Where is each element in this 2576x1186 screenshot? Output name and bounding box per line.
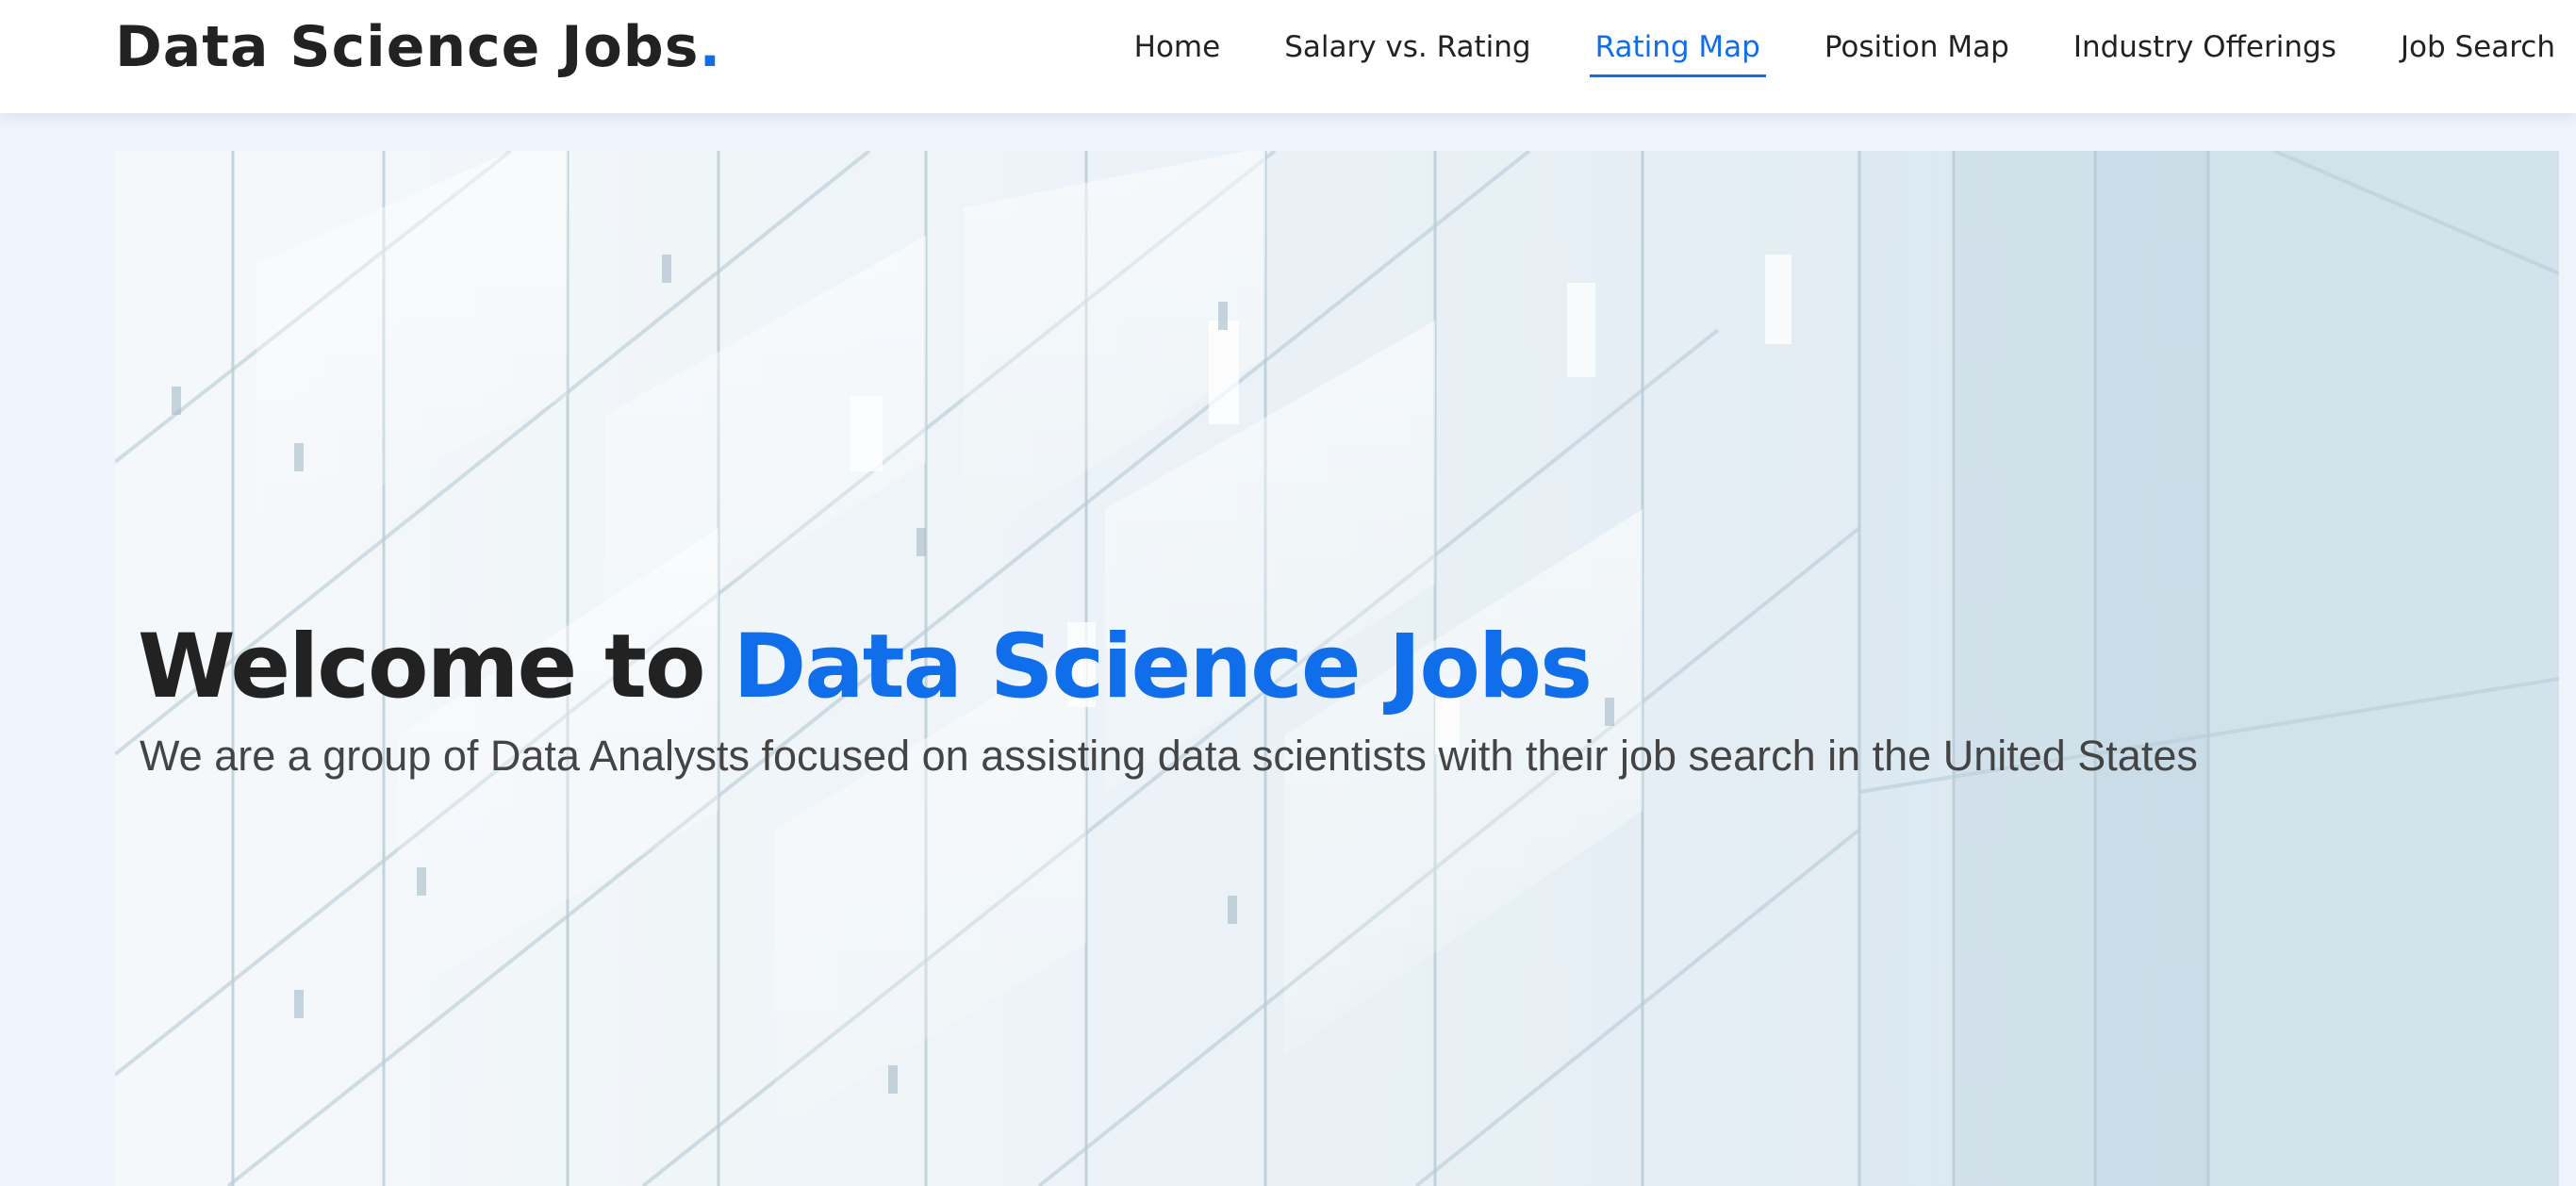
nav-position-map[interactable]: Position Map — [1792, 0, 2041, 94]
site-header: Data Science Jobs. Home Salary vs. Ratin… — [0, 0, 2576, 113]
nav-rating-map[interactable]: Rating Map — [1563, 0, 1792, 94]
logo-dot: . — [699, 14, 722, 80]
nav-job-search[interactable]: Job Search — [2369, 0, 2555, 94]
nav-industry-offerings[interactable]: Industry Offerings — [2041, 0, 2369, 94]
logo-text: Data Science Jobs — [115, 14, 700, 80]
hero-title-prefix: Welcome to — [138, 616, 734, 718]
nav-salary-vs-rating[interactable]: Salary vs. Rating — [1252, 0, 1562, 94]
hero-title-highlight: Data Science Jobs — [733, 616, 1593, 718]
site-logo[interactable]: Data Science Jobs. — [115, 9, 721, 85]
hero-subtitle: We are a group of Data Analysts focused … — [140, 732, 2198, 780]
hero-title: Welcome to Data Science Jobs — [138, 611, 1593, 724]
nav-home[interactable]: Home — [1102, 0, 1253, 94]
main-nav: Home Salary vs. Rating Rating Map Positi… — [1102, 0, 2555, 94]
hero-section: Welcome to Data Science Jobs We are a gr… — [115, 151, 2559, 1186]
